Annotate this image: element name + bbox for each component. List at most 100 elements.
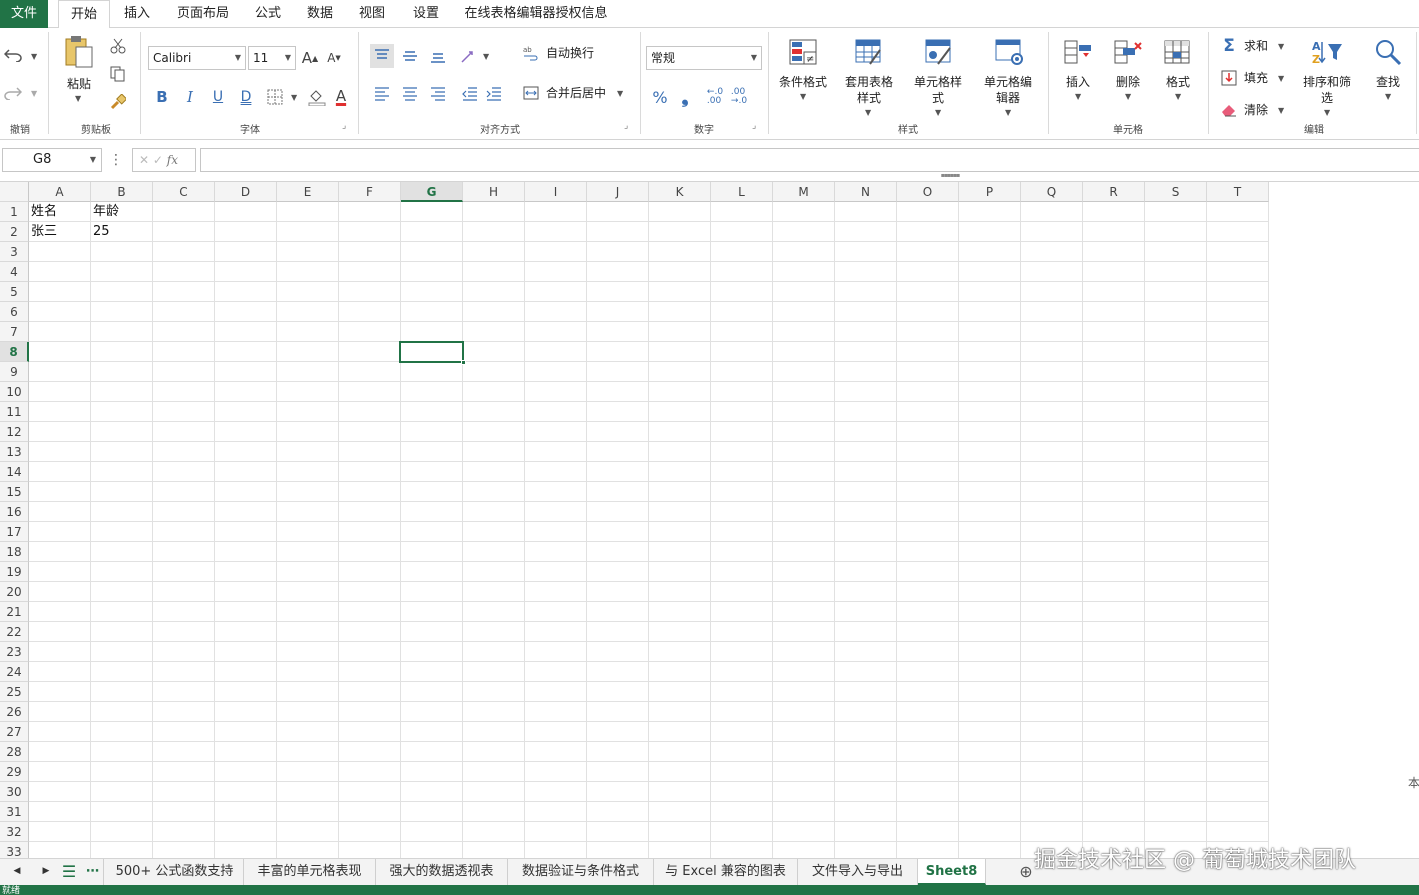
align-center-icon[interactable] (398, 82, 422, 106)
more-options-icon[interactable]: ⋮ (109, 150, 123, 170)
merge-center-icon[interactable] (520, 82, 542, 104)
row-header-1[interactable]: 1 (0, 202, 29, 222)
tab-page-layout[interactable]: 页面布局 (166, 0, 240, 28)
column-header-t[interactable]: T (1207, 182, 1269, 202)
formula-input[interactable] (200, 148, 1419, 172)
bold-button[interactable]: B (152, 86, 172, 108)
wrap-text-icon[interactable]: ab (520, 42, 542, 64)
sheet-tab[interactable]: 与 Excel 兼容的图表 (654, 859, 798, 885)
column-header-b[interactable]: B (91, 182, 153, 202)
format-painter-icon[interactable] (108, 92, 128, 112)
paste-label[interactable]: 粘贴 (60, 76, 98, 92)
paste-icon[interactable] (62, 34, 96, 70)
sheet-tab[interactable]: 数据验证与条件格式 (508, 859, 654, 885)
spreadsheet-grid[interactable]: ABCDEFGHIJKLMNOPQRST 1 2 3 4 5 6 7 8 9 10 11 12 13 14… (0, 182, 1419, 858)
sort-filter-label-line1[interactable]: 排序和筛 (1298, 74, 1356, 90)
align-right-icon[interactable] (426, 82, 450, 106)
sort-filter-dropdown-icon[interactable]: ▼ (1324, 108, 1330, 117)
tab-insert[interactable]: 插入 (112, 0, 162, 28)
comma-style-button[interactable]: ❟ (676, 86, 694, 108)
row-header-13[interactable]: 13 (0, 442, 29, 462)
row-header-29[interactable]: 29 (0, 762, 29, 782)
font-dialog-launcher-icon[interactable]: ⌟ (342, 121, 346, 131)
cell-editor-dropdown-icon[interactable]: ▼ (1005, 108, 1011, 117)
column-header-r[interactable]: R (1083, 182, 1145, 202)
column-header-m[interactable]: M (773, 182, 835, 202)
cell-style-icon[interactable] (922, 36, 956, 68)
fill-dropdown-icon[interactable]: ▼ (1278, 74, 1284, 83)
autosum-button[interactable]: 求和 (1244, 38, 1274, 54)
row-header-4[interactable]: 4 (0, 262, 29, 282)
insert-cells-button[interactable]: 插入 (1056, 74, 1100, 90)
format-cells-icon[interactable] (1162, 36, 1194, 68)
row-header-20[interactable]: 20 (0, 582, 29, 602)
sort-filter-icon[interactable]: AZ (1310, 36, 1344, 68)
font-color-icon[interactable]: A (330, 84, 352, 108)
column-header-j[interactable]: J (587, 182, 649, 202)
cell-a2[interactable]: 张三 (29, 222, 91, 242)
column-header-c[interactable]: C (153, 182, 215, 202)
confirm-icon[interactable]: ✓ (153, 153, 163, 167)
align-bottom-icon[interactable] (426, 44, 450, 68)
clear-button[interactable]: 清除 (1244, 102, 1274, 118)
find-button[interactable]: 查找 (1366, 74, 1410, 90)
decrease-decimal-icon[interactable]: .00 →.0 (728, 86, 750, 108)
cell-style-label-line1[interactable]: 单元格样 (908, 74, 968, 90)
column-header-k[interactable]: K (649, 182, 711, 202)
underline-button[interactable]: U (208, 86, 228, 108)
copy-icon[interactable] (108, 64, 128, 84)
row-header-18[interactable]: 18 (0, 542, 29, 562)
column-header-h[interactable]: H (463, 182, 525, 202)
alignment-dialog-launcher-icon[interactable]: ⌟ (624, 121, 628, 131)
row-header-32[interactable]: 32 (0, 822, 29, 842)
increase-decimal-icon[interactable]: ←.0.00 (704, 86, 726, 108)
row-header-25[interactable]: 25 (0, 682, 29, 702)
row-header-33[interactable]: 33 (0, 842, 29, 858)
fill-icon[interactable] (1218, 68, 1240, 88)
increase-font-icon[interactable]: A ▲ (300, 48, 320, 68)
autosum-dropdown-icon[interactable]: ▼ (1278, 42, 1284, 51)
column-header-q[interactable]: Q (1021, 182, 1083, 202)
insert-dropdown-icon[interactable]: ▼ (1075, 92, 1081, 101)
find-icon[interactable] (1372, 36, 1404, 68)
row-header-8[interactable]: 8 (0, 342, 29, 362)
table-format-label-line1[interactable]: 套用表格 (840, 74, 898, 90)
row-header-30[interactable]: 30 (0, 782, 29, 802)
select-all-corner[interactable] (0, 182, 29, 202)
cell-editor-label-line2[interactable]: 辑器 (978, 90, 1038, 106)
tab-file[interactable]: 文件 (0, 0, 48, 28)
orientation-dropdown-icon[interactable]: ▼ (483, 52, 489, 61)
column-header-l[interactable]: L (711, 182, 773, 202)
row-header-15[interactable]: 15 (0, 482, 29, 502)
tab-home[interactable]: 开始 (58, 0, 110, 29)
fill-button[interactable]: 填充 (1244, 70, 1274, 86)
tab-view[interactable]: 视图 (348, 0, 396, 28)
row-header-22[interactable]: 22 (0, 622, 29, 642)
align-middle-icon[interactable] (398, 44, 422, 68)
more-sheets-icon[interactable]: ⋯ (82, 859, 104, 885)
sheet-tab[interactable]: 丰富的单元格表现 (244, 859, 376, 885)
sort-filter-label-line2[interactable]: 选 (1298, 90, 1356, 106)
row-header-24[interactable]: 24 (0, 662, 29, 682)
row-header-19[interactable]: 19 (0, 562, 29, 582)
row-header-12[interactable]: 12 (0, 422, 29, 442)
row-header-14[interactable]: 14 (0, 462, 29, 482)
row-header-10[interactable]: 10 (0, 382, 29, 402)
undo-dropdown-icon[interactable]: ▼ (31, 52, 37, 61)
row-header-27[interactable]: 27 (0, 722, 29, 742)
fx-icon[interactable]: fx (167, 153, 178, 167)
row-header-21[interactable]: 21 (0, 602, 29, 622)
row-header-16[interactable]: 16 (0, 502, 29, 522)
resize-handle-icon[interactable]: ▪▪▪▪▪▪ (938, 172, 962, 179)
column-header-n[interactable]: N (835, 182, 897, 202)
wrap-text-button[interactable]: 自动换行 (546, 45, 606, 61)
italic-button[interactable]: I (180, 86, 200, 108)
row-header-2[interactable]: 2 (0, 222, 29, 242)
column-header-e[interactable]: E (277, 182, 339, 202)
row-header-17[interactable]: 17 (0, 522, 29, 542)
sheet-list-icon[interactable]: ☰ (58, 859, 80, 885)
borders-dropdown-icon[interactable]: ▼ (291, 93, 297, 102)
align-top-icon[interactable] (370, 44, 394, 68)
decrease-indent-icon[interactable] (458, 82, 482, 106)
column-header-i[interactable]: I (525, 182, 587, 202)
